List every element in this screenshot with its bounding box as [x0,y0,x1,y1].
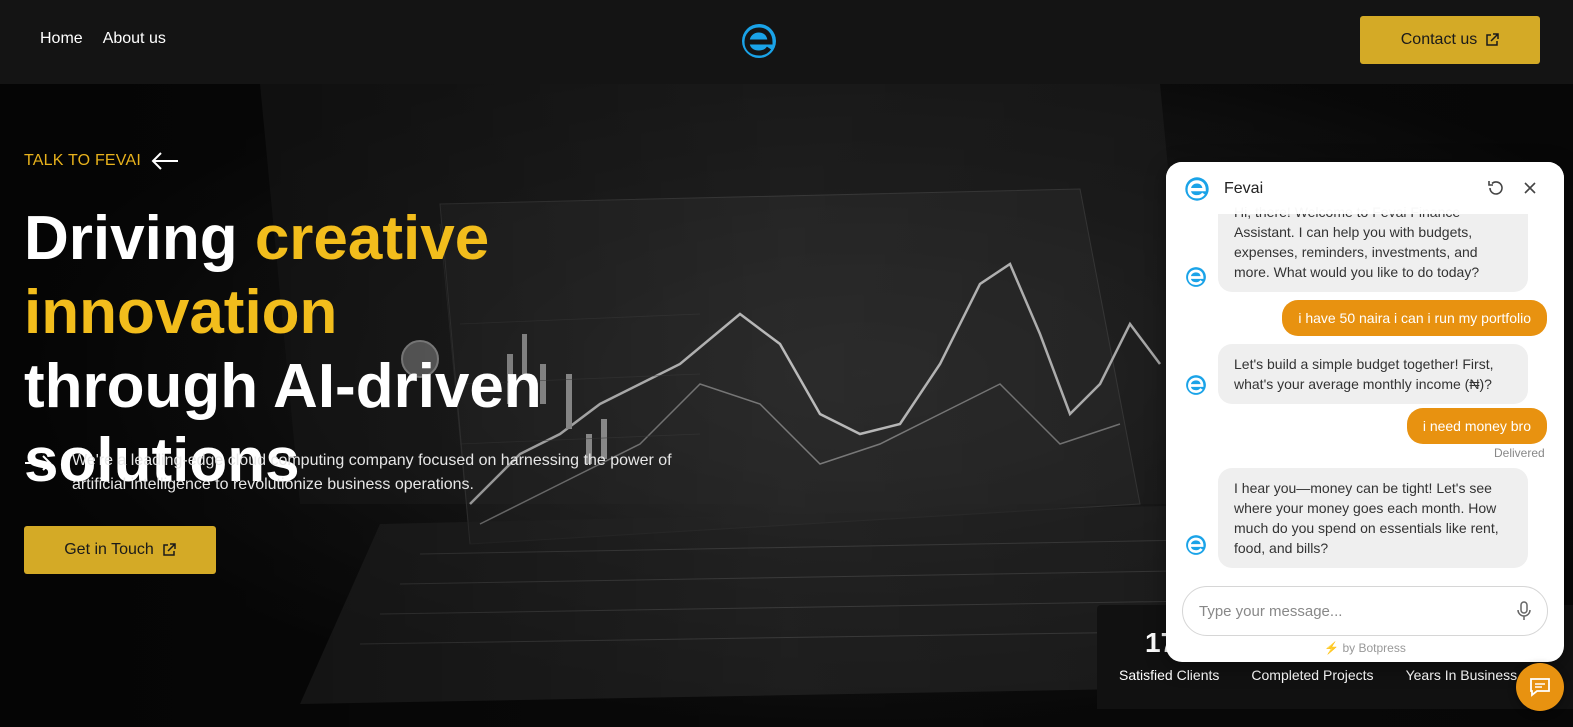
chat-messages: Hi, there! Welcome to Fevai Finance Assi… [1166,202,1564,572]
top-navbar: Home About us Contact us [0,0,1573,84]
stat-labels: Satisfied Clients Completed Projects Yea… [1119,667,1517,683]
user-message: i need money bro [1406,408,1547,444]
bot-avatar-icon [1186,267,1206,287]
headline-part1: Driving [24,204,255,273]
microphone-icon[interactable] [1515,601,1533,621]
nav-links: Home About us [40,30,166,48]
refresh-icon[interactable] [1486,178,1506,198]
arrow-right-icon [25,455,52,471]
message-input-box [1182,586,1548,636]
chat-header: Fevai [1166,162,1564,214]
bot-avatar-icon [1186,375,1206,395]
message-input[interactable] [1199,602,1499,620]
chat-toggle-button[interactable] [1516,663,1564,711]
bot-message: Hi, there! Welcome to Fevai Finance Assi… [1218,202,1528,292]
arrow-left-icon [151,152,179,170]
nav-link-home[interactable]: Home [40,30,83,48]
contact-us-button[interactable]: Contact us [1360,16,1540,64]
stat-label-years: Years In Business [1405,667,1518,683]
powered-by[interactable]: ⚡ by Botpress [1166,641,1564,655]
e-logo-icon[interactable] [739,20,779,60]
external-link-icon [1486,33,1499,46]
eyebrow-talk-to-fevai[interactable]: TALK TO FEVAI [24,152,179,170]
stat-label-projects: Completed Projects [1251,667,1374,683]
bot-avatar-icon [1186,535,1206,555]
hero-description: We're a leading-edge cloud computing com… [72,452,672,493]
bot-message: I hear you—money can be tight! Let's see… [1218,468,1528,568]
external-link-icon [163,543,176,556]
delivered-status: Delivered [1494,446,1545,460]
description-row: We're a leading-edge cloud computing com… [24,449,692,497]
close-icon[interactable] [1520,178,1540,198]
user-message: i have 50 naira i can i run my portfolio [1282,300,1547,336]
chat-title: Fevai [1224,180,1264,197]
stat-label-clients: Satisfied Clients [1119,667,1220,683]
chat-bubble-icon [1530,678,1550,697]
chat-widget: Fevai Hi, there! Welcome to Fevai Financ… [1166,162,1564,662]
get-in-touch-button[interactable]: Get in Touch [24,526,216,574]
fevai-logo-icon [1185,177,1209,201]
nav-link-about[interactable]: About us [103,30,166,48]
lightning-icon: ⚡ [1324,641,1340,655]
bot-message: Let's build a simple budget together! Fi… [1218,344,1528,404]
get-in-touch-label: Get in Touch [64,541,154,558]
contact-us-label: Contact us [1400,31,1478,48]
powered-by-label: by Botpress [1342,641,1406,655]
eyebrow-label: TALK TO FEVAI [24,152,142,169]
